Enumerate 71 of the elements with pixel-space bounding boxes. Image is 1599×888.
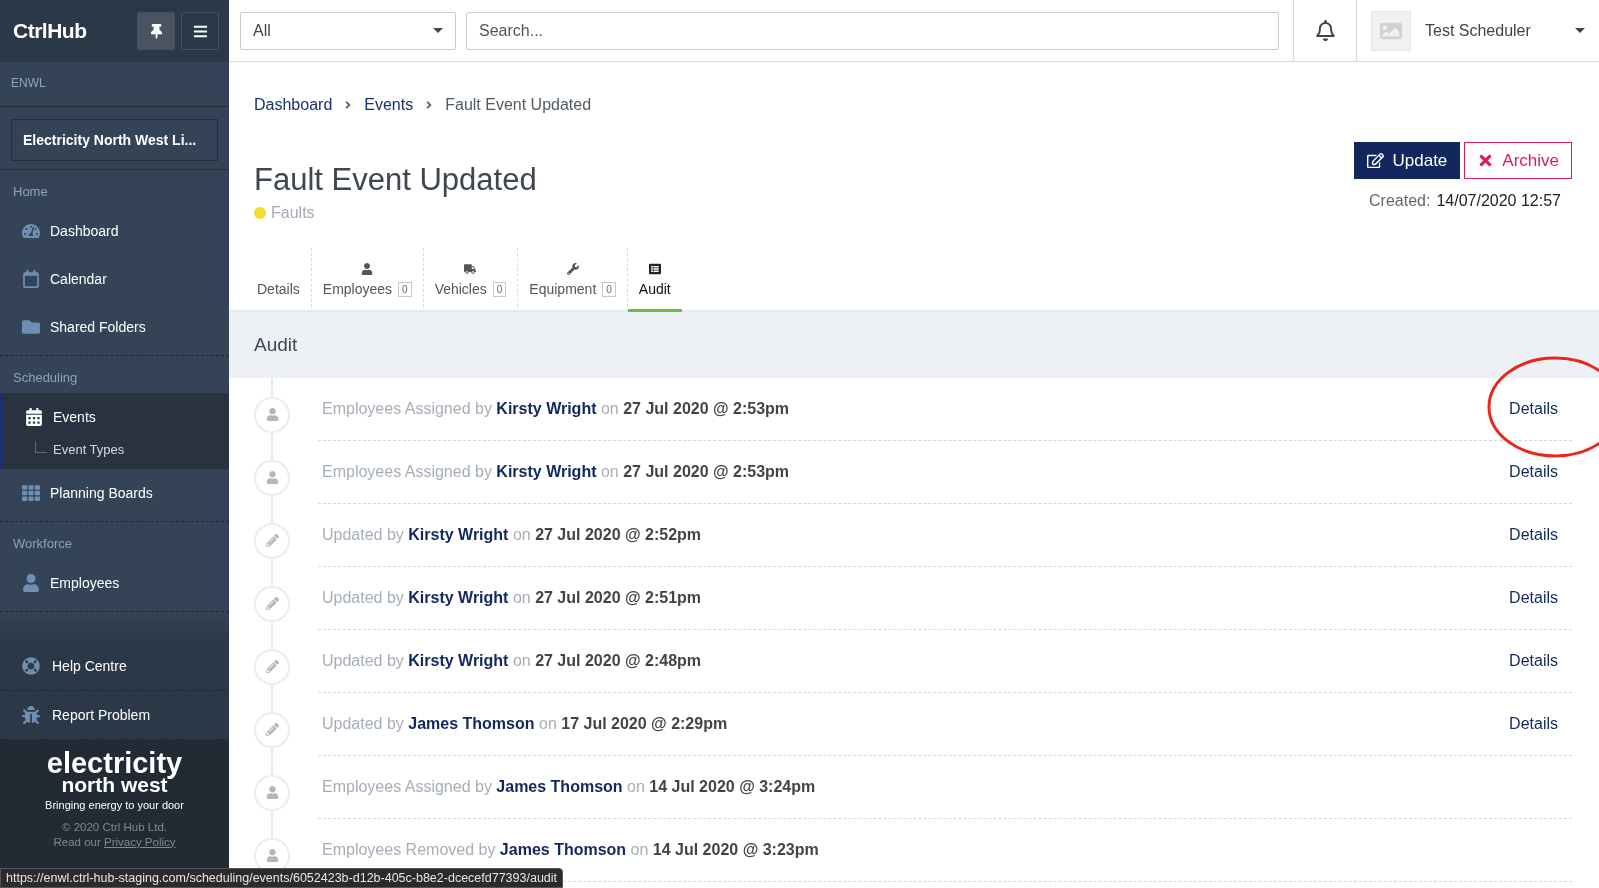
truck-icon [464,263,477,275]
pin-icon [148,23,164,39]
copyright-text: © 2020 Ctrl Hub Ltd. [62,820,167,833]
edit-icon [1367,152,1385,169]
lifebuoy-icon [22,657,40,675]
logo-text: north west [61,776,168,795]
person-icon [22,574,40,592]
audit-entry: Employees Assigned by Kirsty Wright on 27 Jul 2020 @ 2:53pm [322,400,790,418]
menu-icon [192,23,208,39]
tree-connector [35,441,47,453]
grid-icon [22,484,40,502]
created-label: Created: [1369,192,1431,210]
folder-icon [22,318,40,336]
privacy-link[interactable]: Privacy Policy [103,835,176,848]
audit-entry: Employees Removed by James Thomson on 14 Jul 2020 @ 3:23pm [322,841,819,859]
status-url: https://enwl.ctrl-hub-staging.com/scheduling/events/6052423b-d12b-405c-b8e2-dcecefd77393/audit [0,868,564,888]
avatar-placeholder [1371,10,1411,51]
scope-select[interactable]: All [240,11,456,50]
notifications-button[interactable] [1293,0,1357,61]
nav-item[interactable]: Events [3,393,229,441]
breadcrumb-link[interactable]: Fault Event Updated [445,96,592,114]
details-link[interactable]: Details [1509,400,1558,418]
count-badge: 0 [492,281,507,297]
audit-entry: Updated by Kirsty Wright on 27 Jul 2020 @ 2:48pm [322,652,702,670]
brand-logo: CtrlHub [13,19,88,43]
nav-item[interactable]: Planning Boards [0,469,229,517]
logo-tagline: Bringing energy to your door [45,801,184,811]
nav-item[interactable]: Employees [0,559,229,607]
bell-icon [1314,20,1336,41]
audit-entry: Updated by James Thomson on 17 Jul 2020 @ 2:29pm [322,715,728,733]
breadcrumb-link[interactable]: Events [364,96,414,114]
organisation-select[interactable]: Electricity North West Li... [11,119,218,161]
audit-entry: Employees Assigned by James Thomson on 14 Jul 2020 @ 3:24pm [322,778,816,796]
caret-icon [433,28,443,33]
update-button[interactable]: Update [1354,142,1461,179]
calendar-icon [25,408,43,426]
page-title: Fault Event Updated [254,162,537,198]
details-link[interactable]: Details [1509,652,1558,670]
details-link[interactable]: Details [1509,715,1558,733]
audit-entry: Updated by Kirsty Wright on 27 Jul 2020 @ 2:52pm [322,526,702,544]
nav-item[interactable]: Calendar [0,255,229,303]
nav-item[interactable]: Shared Folders [0,303,229,351]
person-icon [361,263,374,275]
logo-text: electricity [46,750,183,777]
created-value: 14/07/2020 12:57 [1436,192,1561,210]
gauge-icon [22,222,40,240]
nav-subitem[interactable]: Event Types [53,442,125,457]
pin-button[interactable] [137,12,175,50]
calendar-icon [22,270,40,288]
menu-button[interactable] [181,12,219,50]
privacy-text: Read our Privacy Policy [53,835,176,848]
breadcrumb-link[interactable]: Dashboard [254,96,333,114]
category-label: Faults [271,204,315,222]
audit-entry: Employees Assigned by Kirsty Wright on 27 Jul 2020 @ 2:53pm [322,463,790,481]
nav-item[interactable]: Dashboard [0,207,229,255]
list-icon [648,263,661,275]
search-field[interactable]: Search... [466,11,1279,50]
audit-entry: Updated by Kirsty Wright on 27 Jul 2020 @ 2:51pm [322,589,702,607]
bug-icon [22,706,40,724]
section-heading: Audit [229,312,1599,378]
count-badge: 0 [602,281,616,297]
archive-button[interactable]: Archive [1464,142,1572,179]
count-badge: 0 [398,281,412,297]
section-label: Workforce [12,535,73,553]
caret-icon [1575,28,1585,33]
section-label: Home [12,183,49,201]
details-link[interactable]: Details [1509,463,1558,481]
details-link[interactable]: Details [1509,589,1558,607]
details-link[interactable]: Details [1509,526,1558,544]
wrench-icon [566,263,579,275]
section-label: Scheduling [12,369,79,387]
